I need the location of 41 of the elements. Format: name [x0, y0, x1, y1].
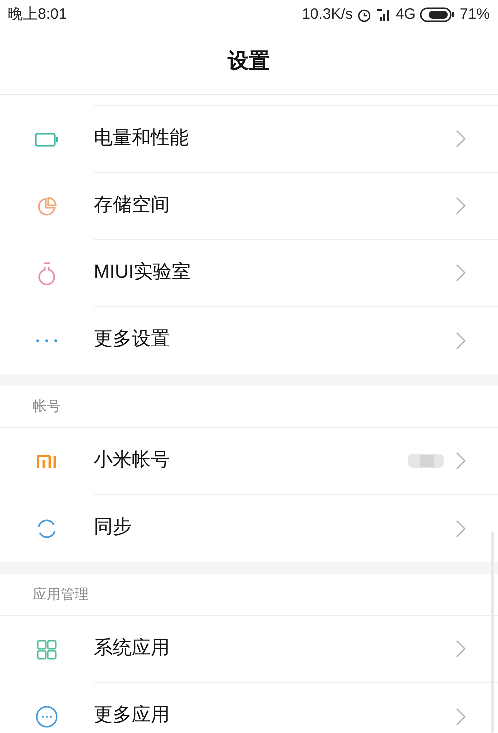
network-speed: 10.3K/s: [302, 4, 353, 25]
settings-item[interactable]: 更多设置: [0, 307, 498, 374]
battery-percent: 71%: [460, 4, 490, 25]
settings-item[interactable]: 电量和性能: [0, 106, 498, 173]
settings-item[interactable]: 更多应用: [0, 683, 498, 733]
item-label: MIUI实验室: [94, 260, 192, 285]
settings-item[interactable]: 同步: [0, 495, 498, 562]
section-header: 帐号: [33, 397, 61, 416]
chevron-right-icon: [456, 452, 466, 470]
chevron-right-icon: [456, 708, 466, 726]
chevron-right-icon: [456, 332, 466, 350]
item-label: 小米帐号: [94, 448, 171, 473]
sync-icon: [36, 518, 58, 540]
alarm-icon: [356, 8, 372, 22]
status-time: 晚上8:01: [8, 4, 68, 25]
battery-status-icon: [420, 7, 456, 23]
pie-chart-icon: [36, 196, 58, 218]
network-type: 4G: [396, 4, 416, 25]
mi-logo-icon: [36, 454, 56, 468]
settings-item[interactable]: 小米帐号: [0, 428, 498, 495]
ellipsis-icon: [36, 338, 58, 342]
battery-icon: [34, 132, 58, 146]
chevron-right-icon: [456, 197, 466, 215]
chevron-right-icon: [456, 130, 466, 148]
grid-icon: [36, 640, 56, 660]
item-label: 电量和性能: [94, 126, 190, 151]
flask-icon: [36, 262, 58, 286]
chevron-right-icon: [456, 520, 466, 538]
page-title: 设置: [228, 49, 270, 76]
item-label: 存储空间: [94, 194, 171, 218]
more-icon: [34, 704, 58, 728]
chevron-right-icon: [456, 640, 466, 658]
item-label: 更多设置: [94, 328, 171, 352]
section-header: 应用管理: [33, 585, 89, 604]
item-label: 同步: [94, 516, 133, 540]
signal-icon: [376, 8, 392, 22]
settings-item[interactable]: MIUI实验室: [0, 240, 498, 307]
chevron-right-icon: [456, 264, 466, 282]
item-label: 系统应用: [94, 636, 171, 661]
settings-item[interactable]: 存储空间: [0, 173, 498, 240]
item-label: 更多应用: [94, 704, 171, 728]
